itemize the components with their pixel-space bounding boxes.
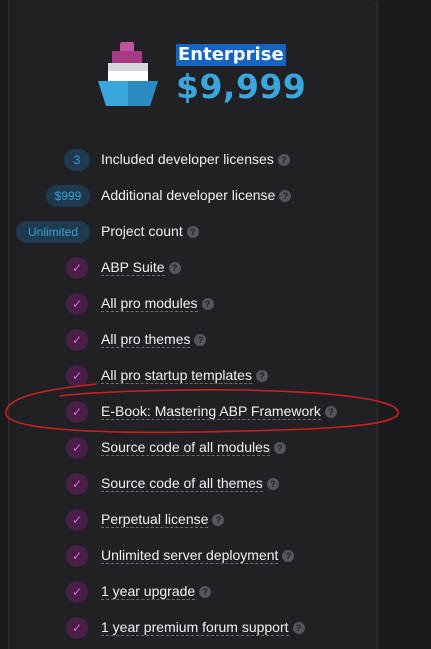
feature-label: Additional developer license? [101, 186, 292, 204]
check-icon: ✓ [66, 401, 88, 423]
help-icon[interactable]: ? [212, 514, 225, 526]
feature-label-text[interactable]: 1 year premium forum support [101, 619, 289, 636]
feature-row: Unlimited Project count? [0, 214, 378, 250]
feature-label-text[interactable]: 1 year upgrade [101, 583, 196, 600]
feature-label: Source code of all modules? [101, 438, 286, 456]
feature-label-text[interactable]: Unlimited server deployment [101, 547, 279, 564]
feature-label-text[interactable]: Perpetual license [101, 511, 209, 528]
feature-row: ✓ 1 year premium forum support? [0, 610, 378, 646]
feature-label: Project count? [101, 222, 199, 240]
help-icon[interactable]: ? [282, 550, 295, 562]
feature-label: Perpetual license? [101, 510, 225, 528]
help-icon[interactable]: ? [324, 406, 337, 418]
plan-name: Enterprise [176, 44, 286, 66]
feature-row: ✓ 1 year upgrade? [0, 574, 378, 610]
feature-list: 3 Included developer licenses? $999 Additio… [0, 142, 378, 646]
help-icon[interactable]: ? [279, 190, 292, 202]
feature-label: All pro modules? [101, 294, 214, 312]
feature-label: Unlimited server deployment? [101, 546, 295, 564]
check-icon: ✓ [66, 437, 88, 459]
feature-row: ✓ Perpetual license? [0, 502, 378, 538]
feature-row: ✓ E-Book: Mastering ABP Framework? [0, 394, 378, 430]
plan-price: $9,999 [176, 67, 307, 106]
feature-row: ✓ Source code of all modules? [0, 430, 378, 466]
feature-label: All pro startup templates? [101, 366, 268, 384]
feature-label-text[interactable]: Included developer licenses [101, 151, 274, 167]
feature-label-text[interactable]: ABP Suite [101, 259, 165, 276]
help-icon[interactable]: ? [266, 478, 279, 490]
feature-label: Source code of all themes? [101, 474, 279, 492]
check-icon: ✓ [66, 473, 88, 495]
feature-label-text[interactable]: All pro startup templates [101, 367, 252, 384]
feature-row: ✓ All pro startup templates? [0, 358, 378, 394]
feature-label: All pro themes? [101, 330, 207, 348]
help-icon[interactable]: ? [277, 154, 290, 166]
feature-count-badge: Unlimited [16, 221, 90, 243]
check-icon: ✓ [66, 545, 88, 567]
help-icon[interactable]: ? [273, 442, 286, 454]
feature-count-badge: $999 [46, 185, 90, 207]
help-icon[interactable]: ? [199, 586, 212, 598]
feature-label-text[interactable]: Additional developer license [101, 187, 275, 203]
feature-row: ✓ ABP Suite? [0, 250, 378, 286]
feature-label: 1 year upgrade? [101, 582, 212, 600]
feature-row: ✓ All pro modules? [0, 286, 378, 322]
check-icon: ✓ [66, 329, 88, 351]
feature-label-text[interactable]: All pro themes [101, 331, 191, 348]
help-icon[interactable]: ? [292, 622, 305, 634]
feature-label-text[interactable]: All pro modules [101, 295, 198, 312]
check-icon: ✓ [66, 257, 88, 279]
feature-label: ABP Suite? [101, 258, 181, 276]
feature-label-text[interactable]: Source code of all modules [101, 439, 270, 456]
ship-icon [98, 42, 158, 106]
check-icon: ✓ [66, 509, 88, 531]
check-icon: ✓ [66, 581, 88, 603]
feature-label-text[interactable]: Source code of all themes [101, 475, 263, 492]
help-icon[interactable]: ? [255, 370, 268, 382]
help-icon[interactable]: ? [186, 226, 199, 238]
feature-label: E-Book: Mastering ABP Framework? [101, 402, 337, 420]
check-icon: ✓ [66, 293, 88, 315]
help-icon[interactable]: ? [201, 298, 214, 310]
pricing-page: Enterprise $9,999 3 Included developer li… [0, 0, 431, 649]
help-icon[interactable]: ? [194, 334, 207, 346]
feature-label: Included developer licenses? [101, 150, 290, 168]
feature-count-badge: 3 [64, 149, 90, 171]
feature-row: 3 Included developer licenses? [0, 142, 378, 178]
feature-label-text[interactable]: E-Book: Mastering ABP Framework [101, 403, 321, 420]
check-icon: ✓ [66, 365, 88, 387]
check-icon: ✓ [66, 617, 88, 639]
feature-label: 1 year premium forum support? [101, 618, 305, 636]
feature-row: ✓ Source code of all themes? [0, 466, 378, 502]
help-icon[interactable]: ? [168, 262, 181, 274]
feature-row: ✓ Unlimited server deployment? [0, 538, 378, 574]
feature-label-text[interactable]: Project count [101, 223, 183, 239]
pricing-card-edge [8, 0, 378, 18]
feature-row: ✓ All pro themes? [0, 322, 378, 358]
feature-row: $999 Additional developer license? [0, 178, 378, 214]
